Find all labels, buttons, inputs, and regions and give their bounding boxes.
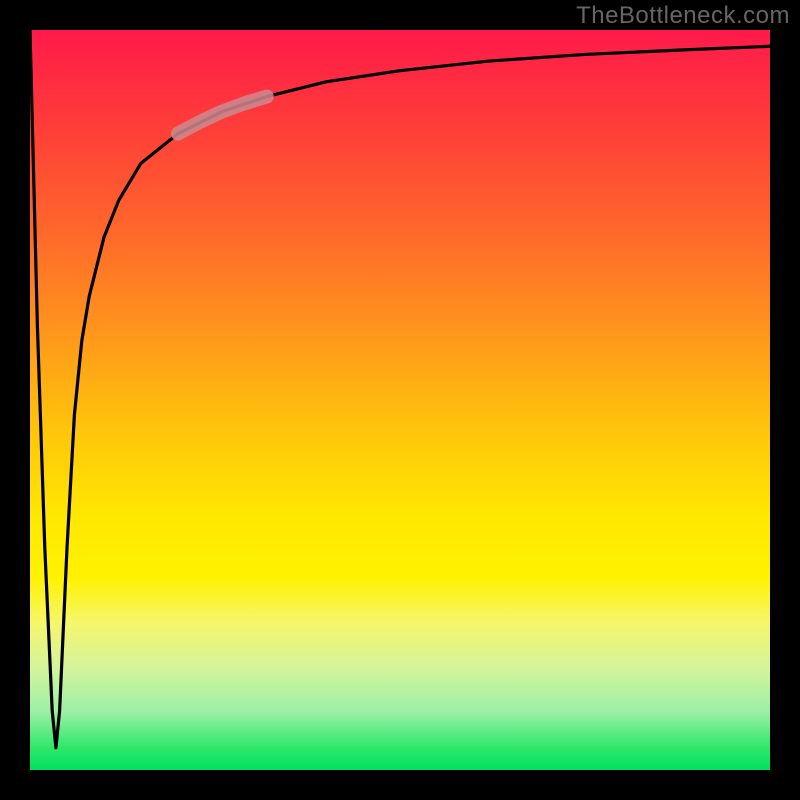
plot-area bbox=[30, 30, 770, 770]
watermark-text: TheBottleneck.com bbox=[576, 2, 790, 30]
bottleneck-curve bbox=[30, 30, 770, 748]
highlight-segment bbox=[178, 97, 267, 134]
chart-root: TheBottleneck.com bbox=[0, 0, 800, 800]
curve-svg bbox=[30, 30, 770, 770]
